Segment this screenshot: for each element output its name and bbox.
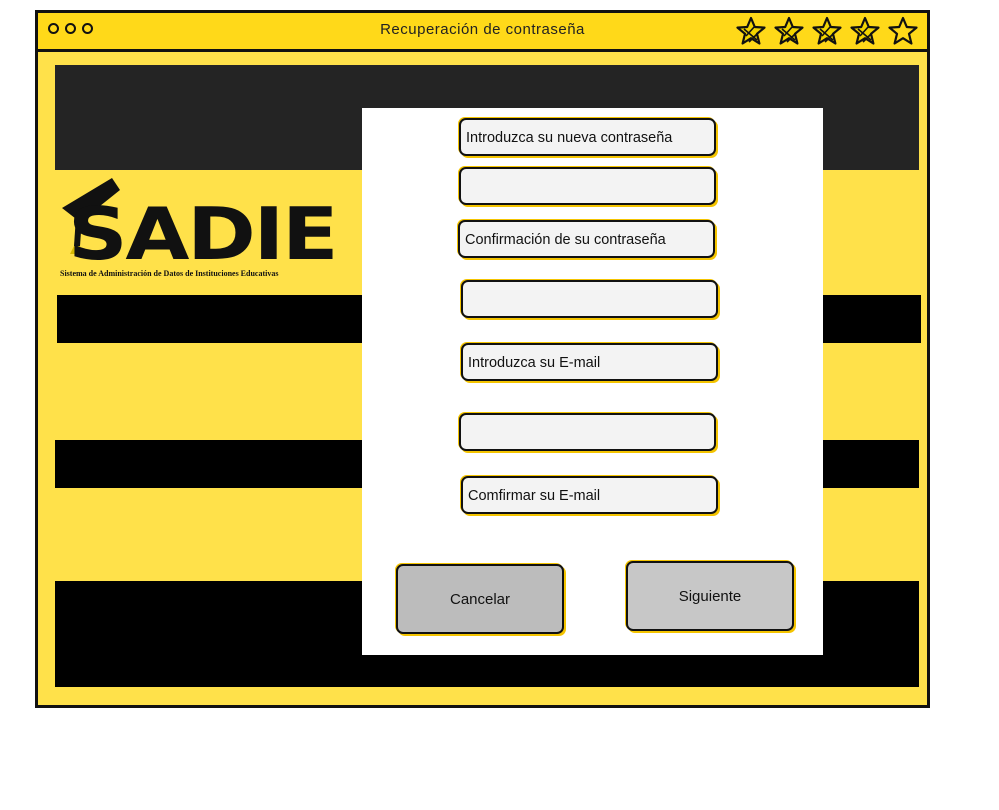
- star-filled-icon[interactable]: [735, 15, 767, 47]
- confirm-email-label: Comfirmar su E-mail: [461, 476, 718, 514]
- next-button[interactable]: Siguiente: [626, 561, 794, 631]
- cancel-button[interactable]: Cancelar: [396, 564, 564, 634]
- logo-subtitle: Sistema de Administración de Datos de In…: [60, 269, 279, 278]
- star-empty-icon[interactable]: [887, 15, 919, 47]
- confirm-password-field[interactable]: [463, 282, 716, 316]
- confirm-password-input[interactable]: [461, 280, 718, 318]
- email-field[interactable]: [461, 415, 714, 449]
- star-filled-icon[interactable]: [849, 15, 881, 47]
- email-label: Introduzca su E-mail: [461, 343, 718, 381]
- star-filled-icon[interactable]: [773, 15, 805, 47]
- new-password-label: Introduzca su nueva contraseña: [459, 118, 716, 156]
- sadie-logo: SADIE Sistema de Administración de Datos…: [60, 176, 360, 286]
- star-filled-icon[interactable]: [811, 15, 843, 47]
- logo-text: SADIE: [68, 192, 339, 276]
- confirm-password-label: Confirmación de su contraseña: [458, 220, 715, 258]
- title-bar: Recuperación de contraseña: [38, 13, 927, 52]
- password-recovery-dialog: Introduzca su nueva contraseña Confirmac…: [362, 108, 823, 655]
- new-password-field[interactable]: [461, 169, 714, 203]
- star-rating[interactable]: [735, 15, 919, 47]
- new-password-input[interactable]: [459, 167, 716, 205]
- email-input[interactable]: [459, 413, 716, 451]
